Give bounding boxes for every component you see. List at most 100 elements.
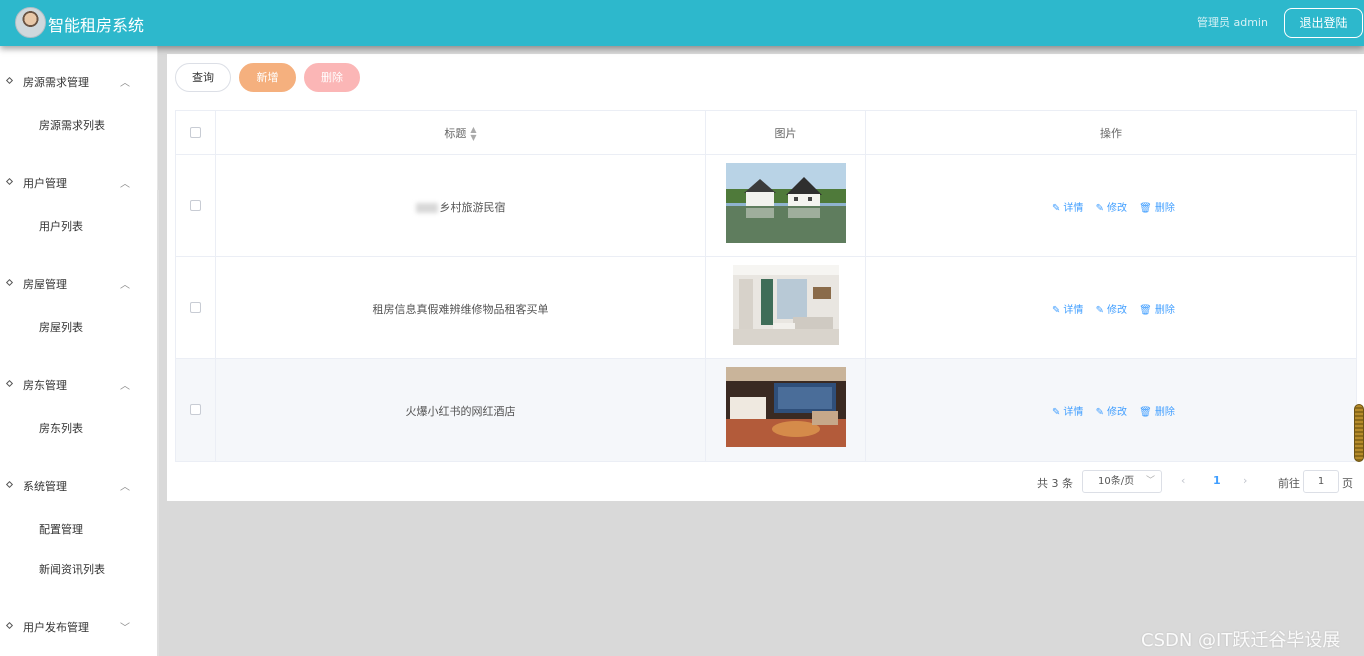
total-count: 共 3 条 <box>1037 477 1073 490</box>
sidebar-group-header[interactable]: 房东管理 ︿ <box>0 375 157 395</box>
sidebar-item-user-list[interactable]: 用户列表 <box>39 218 83 234</box>
row-title: 租房信息真假难辨维修物品租客买单 <box>372 303 549 316</box>
sidebar-group-houses[interactable]: 房屋管理 ︿ <box>0 274 157 294</box>
chevron-down-icon: ﹀ <box>1145 476 1155 486</box>
living-room-photo[interactable] <box>733 265 839 345</box>
edit-pen-icon: ✎ <box>1095 305 1104 316</box>
page-size-value: 10条/页 <box>1098 476 1135 487</box>
edit-pen-icon: ✎ <box>1095 203 1104 214</box>
row-checkbox[interactable] <box>190 404 201 415</box>
sidebar-group-header[interactable]: 用户发布管理 ﹀ <box>0 617 157 637</box>
user-avatar <box>15 7 46 38</box>
row-ops-cell: ✎ 详情 ✎ 修改 🗑 删除 <box>866 359 1356 461</box>
column-header: 标题 ▲ ▼ <box>216 125 705 142</box>
detail-link[interactable]: ✎ 详情 <box>1052 403 1083 418</box>
row-title: 火爆小红书的网红酒店 <box>405 405 516 418</box>
sidebar-group-header[interactable]: 房屋管理 ︿ <box>0 274 157 294</box>
edit-pen-icon: ✎ <box>1052 305 1061 316</box>
sidebar-group-header[interactable]: 房源需求管理 ︿ <box>0 72 157 92</box>
table-row[interactable]: 乡村旅游民宿 ✎ 详情 ✎ 修改 🗑 删除 <box>176 155 1356 257</box>
detail-link[interactable]: ✎ 详情 <box>1052 301 1083 316</box>
row-image-cell <box>706 155 866 256</box>
edit-pen-icon: ✎ <box>1052 407 1061 418</box>
edit-link[interactable]: ✎ 修改 <box>1096 301 1127 316</box>
detail-link[interactable]: ✎ 详情 <box>1052 199 1083 214</box>
row-actions: ✎ 详情 ✎ 修改 🗑 删除 <box>1052 403 1184 418</box>
delete-link[interactable]: 🗑 删除 <box>1139 403 1175 418</box>
query-button[interactable]: 查询 <box>175 63 231 92</box>
sidebar-item-house-list[interactable]: 房屋列表 <box>39 319 83 335</box>
select-all-checkbox[interactable] <box>190 127 201 138</box>
edit-link[interactable]: ✎ 修改 <box>1096 199 1127 214</box>
next-page-button[interactable]: › <box>1243 474 1247 487</box>
edit-pen-icon: ✎ <box>1052 203 1061 214</box>
delete-link[interactable]: 🗑 删除 <box>1139 199 1175 214</box>
sidebar-item-house-demand-list[interactable]: 房源需求列表 <box>39 117 105 133</box>
sidebar-group-house-demand[interactable]: 房源需求管理 ︿ <box>0 72 157 92</box>
sidebar-group-landlords[interactable]: 房东管理 ︿ <box>0 375 157 395</box>
row-checkbox[interactable] <box>190 200 201 211</box>
pagination: 共 3 条 10条/页 ﹀ ‹ 1 › 前往 1 页 <box>167 470 1364 494</box>
chevron-up-icon[interactable]: ︿ <box>120 377 130 392</box>
header-check-cell <box>176 111 216 154</box>
trash-icon: 🗑 <box>1139 203 1152 214</box>
delete-button[interactable]: 删除 <box>304 63 360 92</box>
sort-icon[interactable]: ▲ ▼ <box>470 126 476 142</box>
data-table: 标题 ▲ ▼ 图片 操作 乡村旅游民宿 ✎ 详情 ✎ 修改 🗑 删除 租房信息真… <box>175 110 1357 462</box>
column-header-label: 标题 <box>444 127 467 140</box>
logout-button[interactable]: 退出登陆 <box>1284 8 1363 38</box>
page-size-select[interactable]: 10条/页 ﹀ <box>1082 470 1162 493</box>
trash-icon: 🗑 <box>1139 407 1152 418</box>
sidebar-group-header[interactable]: 用户管理 ︿ <box>0 173 157 193</box>
row-actions: ✎ 详情 ✎ 修改 🗑 删除 <box>1052 301 1184 316</box>
add-button[interactable]: 新增 <box>239 63 296 92</box>
edit-pen-icon: ✎ <box>1095 407 1104 418</box>
row-check-cell <box>176 257 216 358</box>
page-number-current[interactable]: 1 <box>1213 474 1221 487</box>
chevron-up-icon[interactable]: ︿ <box>120 478 130 493</box>
sidebar-item-news-list[interactable]: 新闻资讯列表 <box>39 561 105 577</box>
village-homestay-photo[interactable] <box>726 163 846 243</box>
goto-suffix: 页 <box>1342 477 1353 490</box>
sidebar-group-header[interactable]: 系统管理 ︿ <box>0 476 157 496</box>
diamond-icon <box>5 480 14 489</box>
row-check-cell <box>176 155 216 256</box>
delete-link[interactable]: 🗑 删除 <box>1139 301 1175 316</box>
row-checkbox[interactable] <box>190 302 201 313</box>
blurred-text <box>415 203 438 213</box>
chevron-up-icon[interactable]: ︿ <box>120 175 130 190</box>
sidebar-group-label: 系统管理 <box>23 480 67 493</box>
chevron-up-icon[interactable]: ︿ <box>120 74 130 89</box>
row-actions: ✎ 详情 ✎ 修改 🗑 删除 <box>1052 199 1184 214</box>
prev-page-button[interactable]: ‹ <box>1181 474 1185 487</box>
sidebar-item-landlord-list[interactable]: 房东列表 <box>39 420 83 436</box>
table-row[interactable]: 租房信息真假难辨维修物品租客买单 ✎ 详情 ✎ 修改 🗑 删除 <box>176 257 1356 359</box>
row-title-cell: 乡村旅游民宿 <box>216 155 706 256</box>
header-title-cell[interactable]: 标题 ▲ ▼ <box>216 111 706 154</box>
row-title-cell: 火爆小红书的网红酒店 <box>216 359 706 461</box>
table-row[interactable]: 火爆小红书的网红酒店 ✎ 详情 ✎ 修改 🗑 删除 <box>176 359 1356 461</box>
sidebar-group-users[interactable]: 用户管理 ︿ <box>0 173 157 193</box>
sidebar-group-user-posts[interactable]: 用户发布管理 ﹀ <box>0 617 157 637</box>
chevron-down-icon[interactable]: ﹀ <box>120 619 130 634</box>
diamond-icon <box>5 278 14 287</box>
goto-label: 前往 <box>1278 477 1300 490</box>
top-header: 智能租房系统 管理员 admin 退出登陆 <box>0 0 1364 46</box>
page-scrollbar-thumb[interactable] <box>1354 404 1364 462</box>
hotel-room-photo[interactable] <box>726 367 846 447</box>
sidebar-scrollbar[interactable] <box>157 190 159 656</box>
row-title-cell: 租房信息真假难辨维修物品租客买单 <box>216 257 706 358</box>
sidebar-group-label: 房源需求管理 <box>23 76 89 89</box>
content-panel: 查询 新增 删除 标题 ▲ ▼ 图片 操作 乡村旅游民宿 ✎ 详情 ✎ 修改 🗑… <box>167 54 1364 501</box>
diamond-icon <box>5 379 14 388</box>
chevron-up-icon[interactable]: ︿ <box>120 276 130 291</box>
sidebar-item-config[interactable]: 配置管理 <box>39 521 83 537</box>
row-image-cell <box>706 359 866 461</box>
edit-link[interactable]: ✎ 修改 <box>1096 403 1127 418</box>
goto-page-input[interactable]: 1 <box>1303 470 1339 493</box>
sidebar-group-system[interactable]: 系统管理 ︿ <box>0 476 157 496</box>
row-check-cell <box>176 359 216 461</box>
current-user-label: 管理员 admin <box>1197 16 1268 29</box>
diamond-icon <box>5 177 14 186</box>
sidebar-group-label: 用户管理 <box>23 177 67 190</box>
